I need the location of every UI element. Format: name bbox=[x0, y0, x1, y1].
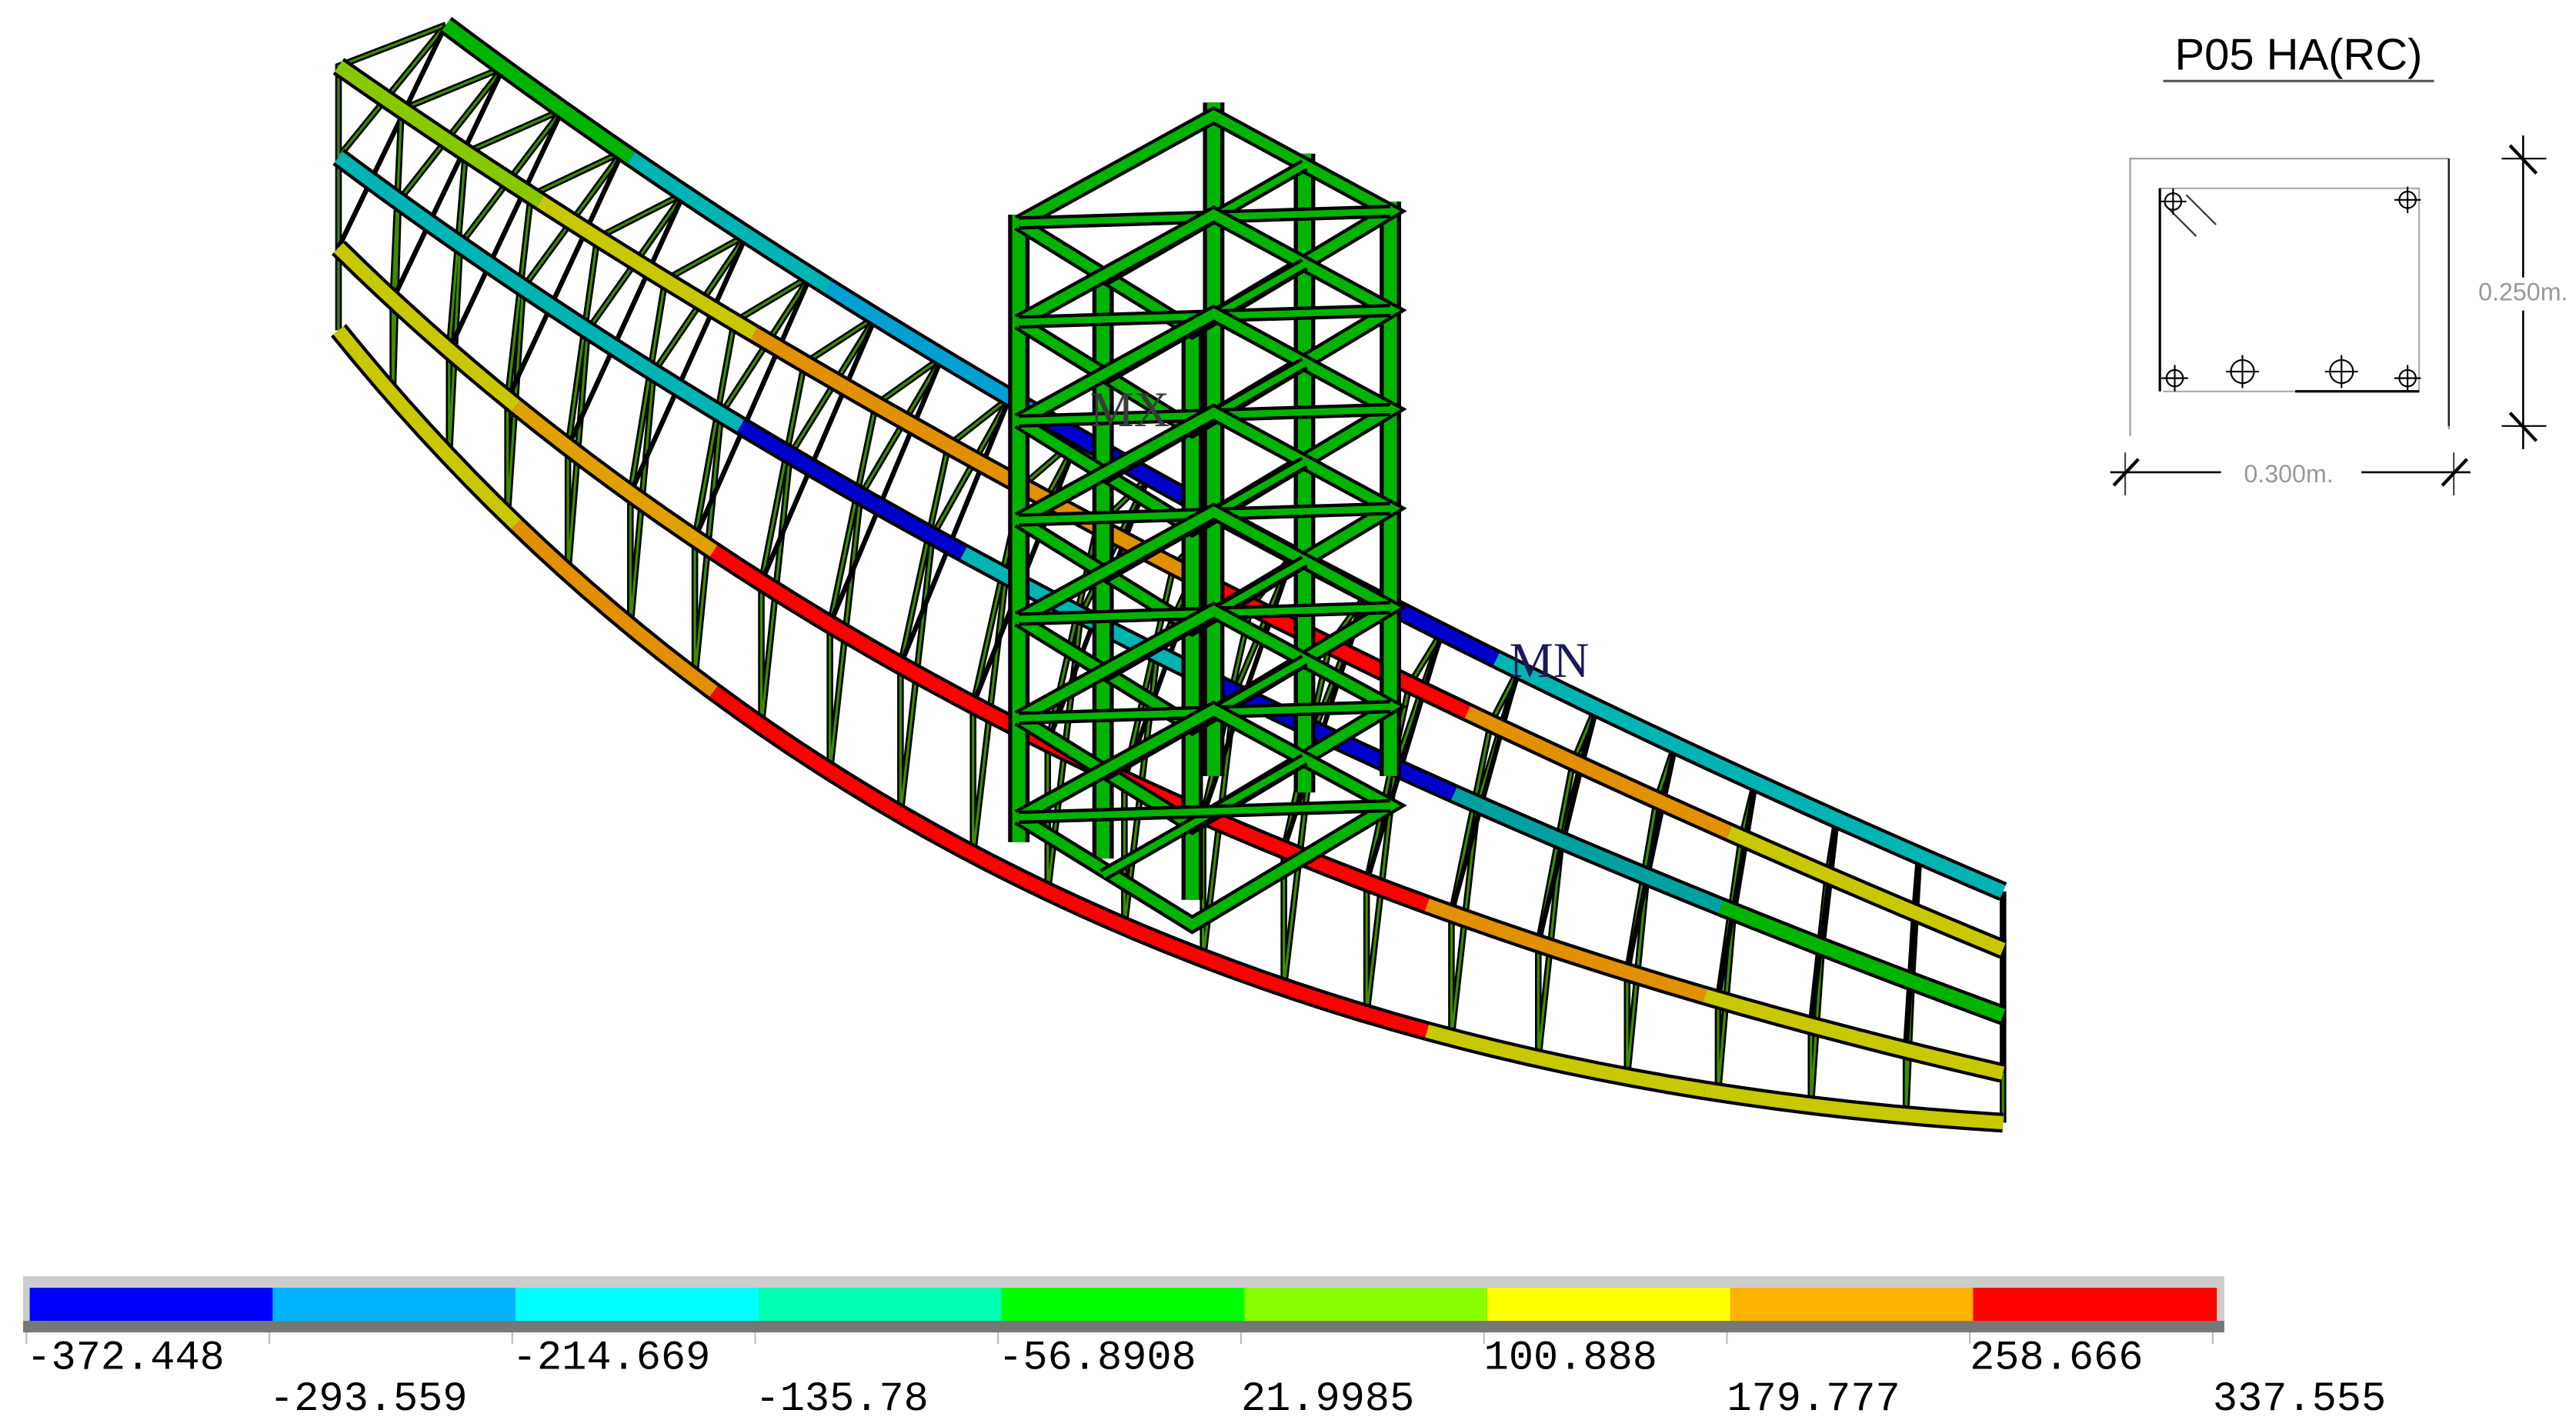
legend-tick-label: -214.669 bbox=[512, 1335, 711, 1382]
max-marker-label: MX bbox=[1089, 382, 1170, 437]
rebar-cage-model: MX MN bbox=[331, 17, 2007, 1133]
legend-tick-label: -56.8908 bbox=[998, 1335, 1196, 1382]
legend-color-box bbox=[1244, 1288, 1489, 1322]
stirrup-outline bbox=[2159, 187, 2421, 392]
legend-tick-label: 258.666 bbox=[1970, 1335, 2143, 1382]
legend-color-box bbox=[516, 1288, 759, 1322]
legend-color-box bbox=[758, 1288, 1003, 1322]
curved-beam-rebar bbox=[331, 17, 2007, 1133]
legend-color-box bbox=[29, 1288, 274, 1322]
legend-color-box bbox=[1973, 1288, 2217, 1322]
legend-tick-label: 179.777 bbox=[1727, 1376, 1900, 1420]
legend-tick-label: 337.555 bbox=[2213, 1376, 2386, 1420]
legend-color-box bbox=[272, 1288, 517, 1322]
contour-plot-canvas: MX MN P05 HA(RC) 0.250m. 0.300m. -372.44… bbox=[23, 17, 2568, 1420]
section-title: P05 HA(RC) bbox=[2174, 30, 2422, 79]
color-legend: -372.448 -293.559 -214.669 -135.78 -56.8908 2… bbox=[23, 1276, 2386, 1420]
rebar-dots bbox=[2160, 186, 2421, 392]
min-marker-label: MN bbox=[1510, 633, 1590, 688]
fea-result-view: MX MN P05 HA(RC) 0.250m. 0.300m. -372.44… bbox=[0, 0, 2576, 1420]
legend-tick-label: -293.559 bbox=[269, 1376, 468, 1420]
legend-tick-label: 100.888 bbox=[1484, 1335, 1657, 1382]
legend-color-box bbox=[1487, 1288, 1731, 1322]
height-dimension-label: 0.250m. bbox=[2478, 278, 2568, 306]
legend-tick-label: 21.9985 bbox=[1241, 1376, 1414, 1420]
legend-color-box bbox=[1730, 1288, 1974, 1322]
cross-section-detail: P05 HA(RC) 0.250m. 0.300m. bbox=[2110, 30, 2568, 495]
legend-tick-label: -135.78 bbox=[756, 1376, 929, 1420]
legend-tick-label: -372.448 bbox=[26, 1335, 225, 1382]
width-dimension-label: 0.300m. bbox=[2244, 460, 2333, 488]
legend-color-box bbox=[1001, 1288, 1246, 1322]
